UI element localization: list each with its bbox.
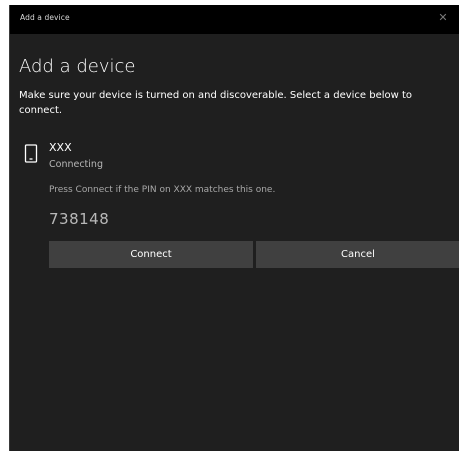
page-title: Add a device <box>19 56 136 77</box>
device-name[interactable]: XXX <box>49 141 72 155</box>
cancel-button[interactable]: Cancel <box>256 241 459 268</box>
pin-prompt: Press Connect if the PIN on XXX matches … <box>49 185 276 195</box>
pin-code: 738148 <box>49 210 110 228</box>
instructions-text: Make sure your device is turned on and d… <box>19 90 413 116</box>
device-status: Connecting <box>49 159 103 170</box>
add-device-dialog: Add a device ✕ Add a device Make sure yo… <box>9 5 459 451</box>
connect-button[interactable]: Connect <box>49 241 253 268</box>
phone-icon <box>24 144 39 164</box>
window-title: Add a device <box>20 13 70 22</box>
close-icon[interactable]: ✕ <box>437 12 449 24</box>
title-bar: Add a device ✕ <box>10 5 459 34</box>
